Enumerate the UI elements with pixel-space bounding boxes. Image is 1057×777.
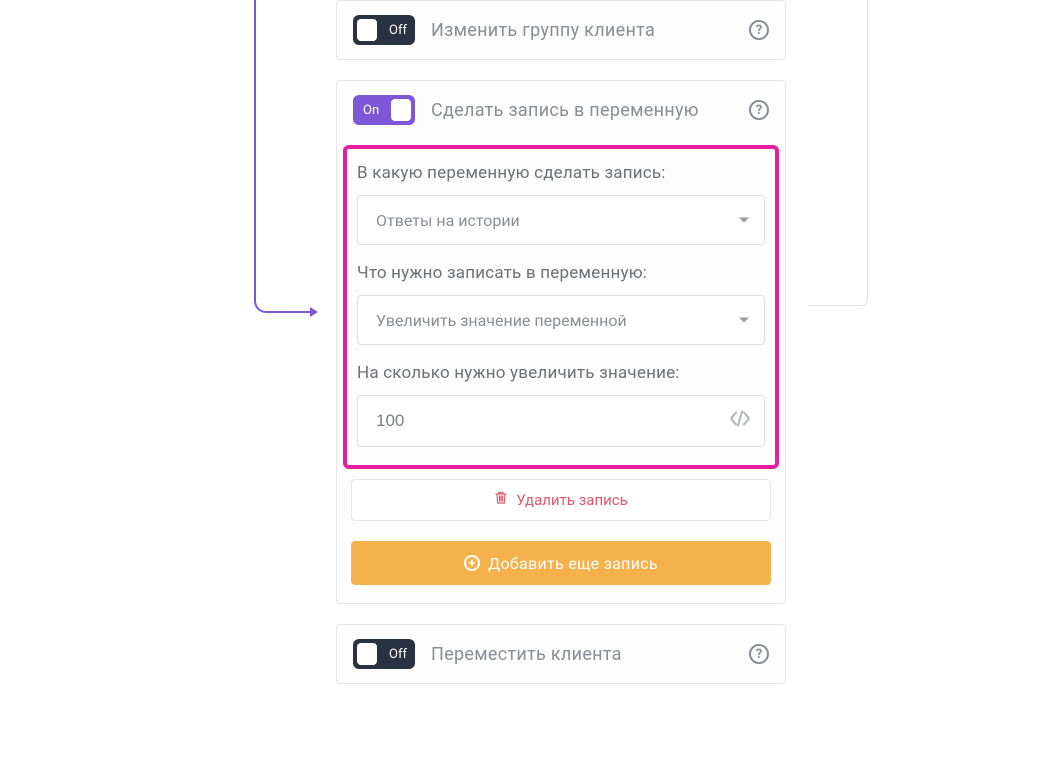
trash-icon bbox=[494, 491, 508, 509]
toggle-handle bbox=[357, 19, 377, 41]
toggle-label: Off bbox=[389, 647, 407, 662]
highlighted-form-section: В какую переменную сделать запись: Ответ… bbox=[343, 145, 779, 469]
help-icon[interactable]: ? bbox=[749, 644, 769, 664]
card-change-group: Off Изменить группу клиента ? bbox=[336, 0, 786, 60]
select-value: Увеличить значение переменной bbox=[357, 295, 765, 345]
card-header: On Сделать запись в переменную ? bbox=[337, 81, 785, 139]
card-write-variable: On Сделать запись в переменную ? В какую… bbox=[336, 80, 786, 604]
add-button-label: Добавить еще запись bbox=[488, 554, 658, 573]
delete-record-button[interactable]: Удалить запись bbox=[351, 479, 771, 521]
card-header: Off Переместить клиента ? bbox=[337, 625, 785, 683]
toggle-label: Off bbox=[389, 23, 407, 38]
help-icon[interactable]: ? bbox=[749, 100, 769, 120]
plus-circle-icon: + bbox=[464, 555, 480, 571]
select-which-variable[interactable]: Ответы на истории bbox=[357, 195, 765, 245]
connector-elbow bbox=[254, 298, 314, 313]
toggle-move-client[interactable]: Off bbox=[353, 639, 415, 669]
toggle-write-variable[interactable]: On bbox=[353, 95, 415, 125]
side-panel-edge bbox=[808, 0, 868, 306]
connector-arrow-icon bbox=[310, 307, 318, 317]
select-what-to-write[interactable]: Увеличить значение переменной bbox=[357, 295, 765, 345]
help-icon[interactable]: ? bbox=[749, 20, 769, 40]
label-what-to-write: Что нужно записать в переменную: bbox=[357, 263, 765, 283]
toggle-handle bbox=[357, 643, 377, 665]
connector-line bbox=[254, 0, 256, 300]
input-increase-by[interactable] bbox=[357, 395, 765, 447]
label-which-variable: В какую переменную сделать запись: bbox=[357, 163, 765, 183]
card-title: Переместить клиента bbox=[431, 644, 733, 665]
toggle-change-group[interactable]: Off bbox=[353, 15, 415, 45]
settings-panel: Off Изменить группу клиента ? On Сделать… bbox=[336, 0, 786, 704]
card-title: Изменить группу клиента bbox=[431, 20, 733, 41]
label-increase-by: На сколько нужно увеличить значение: bbox=[357, 363, 765, 383]
card-header: Off Изменить группу клиента ? bbox=[337, 1, 785, 59]
chevron-down-icon bbox=[739, 318, 749, 323]
card-move-client: Off Переместить клиента ? bbox=[336, 624, 786, 684]
delete-button-label: Удалить запись bbox=[516, 491, 628, 509]
input-increase-by-wrap bbox=[357, 395, 765, 447]
code-icon[interactable] bbox=[729, 411, 751, 432]
toggle-handle bbox=[391, 99, 411, 121]
chevron-down-icon bbox=[739, 218, 749, 223]
add-record-button[interactable]: + Добавить еще запись bbox=[351, 541, 771, 585]
select-value: Ответы на истории bbox=[357, 195, 765, 245]
card-title: Сделать запись в переменную bbox=[431, 100, 733, 121]
toggle-label: On bbox=[363, 103, 379, 118]
